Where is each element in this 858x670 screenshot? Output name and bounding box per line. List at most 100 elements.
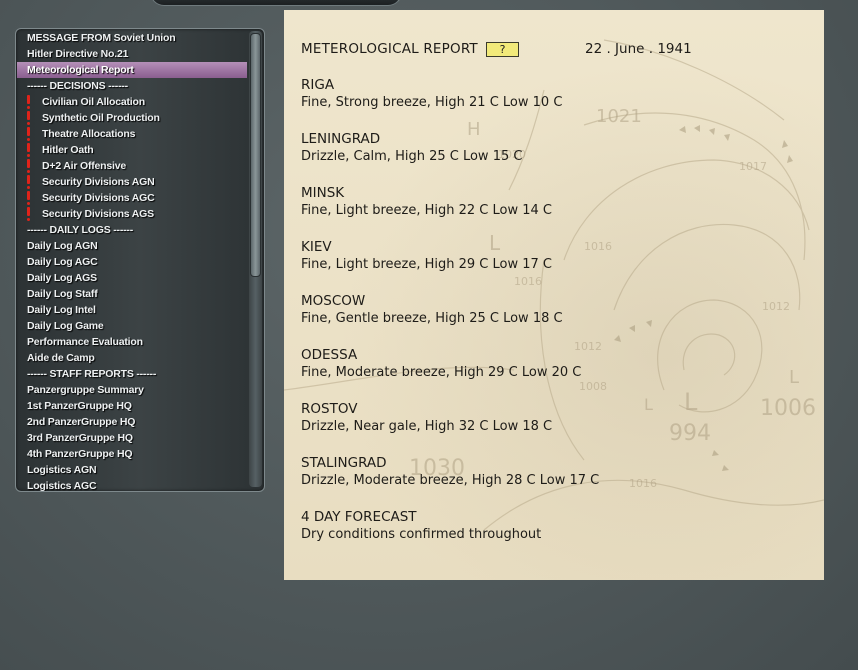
map-label: 1012 <box>762 300 790 313</box>
sidebar-item-label: Daily Log Intel <box>27 304 96 316</box>
sidebar-item[interactable]: Logistics AGC <box>17 478 247 492</box>
sidebar-item[interactable]: Daily Log Staff <box>17 286 247 302</box>
sidebar-item[interactable]: 3rd PanzerGruppe HQ <box>17 430 247 446</box>
city-name: LENINGRAD <box>301 131 381 147</box>
sidebar-item: ------ DAILY LOGS ------ <box>17 222 247 238</box>
sidebar-item-label: Civilian Oil Allocation <box>42 96 145 108</box>
sidebar-item-label: Daily Log Game <box>27 320 104 332</box>
sidebar-item-label: Security Divisions AGS <box>42 208 154 220</box>
map-label: 1021 <box>596 106 642 127</box>
sidebar-item-label: 4th PanzerGruppe HQ <box>27 448 133 460</box>
map-label: 1017 <box>739 160 767 173</box>
alert-exclamation-icon <box>27 175 30 189</box>
sidebar-item[interactable]: Aide de Camp <box>17 350 247 366</box>
sidebar-item-label: Daily Log AGS <box>27 272 97 284</box>
city-conditions: Fine, Gentle breeze, High 25 C Low 18 C <box>301 311 563 326</box>
map-label: 1008 <box>579 380 607 393</box>
sidebar-item[interactable]: Synthetic Oil Production <box>17 110 247 126</box>
scrollbar-thumb[interactable] <box>250 33 261 277</box>
sidebar-item-label: Hitler Directive No.21 <box>27 48 129 60</box>
map-label: 1012 <box>574 340 602 353</box>
city-name: MOSCOW <box>301 293 366 309</box>
sidebar-item[interactable]: Daily Log AGC <box>17 254 247 270</box>
sidebar-item-label: Daily Log AGC <box>27 256 98 268</box>
sidebar-item[interactable]: Performance Evaluation <box>17 334 247 350</box>
map-label: 1016 <box>629 477 657 490</box>
map-label: L <box>684 388 698 416</box>
sidebar-item-label: Daily Log AGN <box>27 240 98 252</box>
sidebar-item-label: ------ DECISIONS ------ <box>27 80 128 92</box>
help-button[interactable]: ? <box>486 42 519 57</box>
sidebar-item-label: Meteorological Report <box>27 64 134 76</box>
sidebar-item-label: Logistics AGN <box>27 464 97 476</box>
city-conditions: Fine, Strong breeze, High 21 C Low 10 C <box>301 95 563 110</box>
alert-exclamation-icon <box>27 191 30 205</box>
sidebar-item: ------ DECISIONS ------ <box>17 78 247 94</box>
sidebar-item-label: Hitler Oath <box>42 144 94 156</box>
sidebar-item[interactable]: 2nd PanzerGruppe HQ <box>17 414 247 430</box>
sidebar-item-label: 2nd PanzerGruppe HQ <box>27 416 136 428</box>
sidebar-item-label: Daily Log Staff <box>27 288 98 300</box>
map-label: 1016 <box>584 240 612 253</box>
sidebar-item-label: Security Divisions AGN <box>42 176 155 188</box>
sidebar-item[interactable]: Panzergruppe Summary <box>17 382 247 398</box>
message-list-panel: MESSAGE FROM Soviet Union Hitler Directiv… <box>15 28 265 492</box>
sidebar-item-label: Theatre Allocations <box>42 128 136 140</box>
city-conditions: Fine, Light breeze, High 22 C Low 14 C <box>301 203 552 218</box>
city-conditions: Fine, Moderate breeze, High 29 C Low 20 … <box>301 365 582 380</box>
report-date: 22 . June . 1941 <box>585 41 692 57</box>
sidebar-item-label: Logistics AGC <box>27 480 97 492</box>
sidebar-item[interactable]: 4th PanzerGruppe HQ <box>17 446 247 462</box>
alert-exclamation-icon <box>27 127 30 141</box>
city-name: RIGA <box>301 77 335 93</box>
sidebar-item[interactable]: Daily Log Game <box>17 318 247 334</box>
sidebar-item[interactable]: MESSAGE FROM Soviet Union <box>17 30 247 46</box>
sidebar-item[interactable]: Security Divisions AGN <box>17 174 247 190</box>
city-name: STALINGRAD <box>301 455 387 471</box>
map-label: L <box>489 231 501 255</box>
city-name: MINSK <box>301 185 345 201</box>
sidebar-item-label: Aide de Camp <box>27 352 95 364</box>
sidebar-item-label: Security Divisions AGC <box>42 192 155 204</box>
alert-exclamation-icon <box>27 143 30 157</box>
map-label: 994 <box>669 421 711 446</box>
sidebar-item: ------ STAFF REPORTS ------ <box>17 366 247 382</box>
scrollbar-track[interactable] <box>249 31 262 487</box>
sidebar-item[interactable]: 1st PanzerGruppe HQ <box>17 398 247 414</box>
sidebar-item-label: 1st PanzerGruppe HQ <box>27 400 132 412</box>
report-title: METEROLOGICAL REPORT <box>301 41 478 57</box>
sidebar-item[interactable]: Theatre Allocations <box>17 126 247 142</box>
message-list: MESSAGE FROM Soviet Union Hitler Directiv… <box>17 30 247 492</box>
city-conditions: Drizzle, Near gale, High 32 C Low 18 C <box>301 419 553 434</box>
sidebar-item[interactable]: Hitler Directive No.21 <box>17 46 247 62</box>
sidebar-item[interactable]: Security Divisions AGS <box>17 206 247 222</box>
sidebar-item-label: MESSAGE FROM Soviet Union <box>27 32 176 44</box>
city-conditions: Fine, Light breeze, High 29 C Low 17 C <box>301 257 552 272</box>
sidebar-item-label: ------ DAILY LOGS ------ <box>27 224 134 236</box>
sidebar-item[interactable]: D+2 Air Offensive <box>17 158 247 174</box>
sidebar-item[interactable]: Logistics AGN <box>17 462 247 478</box>
map-label: 1016 <box>514 275 542 288</box>
sidebar-item[interactable]: Security Divisions AGC <box>17 190 247 206</box>
meteorological-report-panel: 1021 H L 1016 L 1012 1008 L 994 1030 101… <box>284 10 824 580</box>
city-name: KIEV <box>301 239 332 255</box>
sidebar-item[interactable]: Meteorological Report <box>17 62 247 78</box>
forecast-text: Dry conditions confirmed throughout <box>301 527 542 542</box>
sidebar-item-label: D+2 Air Offensive <box>42 160 127 172</box>
sidebar-item[interactable]: Daily Log AGN <box>17 238 247 254</box>
city-name: ROSTOV <box>301 401 358 417</box>
city-conditions: Drizzle, Calm, High 25 C Low 15 C <box>301 149 523 164</box>
sidebar-item[interactable]: Hitler Oath <box>17 142 247 158</box>
sidebar-item-label: Panzergruppe Summary <box>27 384 144 396</box>
sidebar-item[interactable]: Civilian Oil Allocation <box>17 94 247 110</box>
sidebar-item[interactable]: Daily Log AGS <box>17 270 247 286</box>
sidebar-item-label: ------ STAFF REPORTS ------ <box>27 368 157 380</box>
alert-exclamation-icon <box>27 159 30 173</box>
map-label: L <box>644 395 653 414</box>
city-name: ODESSA <box>301 347 358 363</box>
sidebar-item[interactable]: Daily Log Intel <box>17 302 247 318</box>
map-label: 1006 <box>760 396 816 421</box>
top-window-tab <box>150 0 402 6</box>
alert-exclamation-icon <box>27 95 30 109</box>
sidebar-item-label: 3rd PanzerGruppe HQ <box>27 432 133 444</box>
